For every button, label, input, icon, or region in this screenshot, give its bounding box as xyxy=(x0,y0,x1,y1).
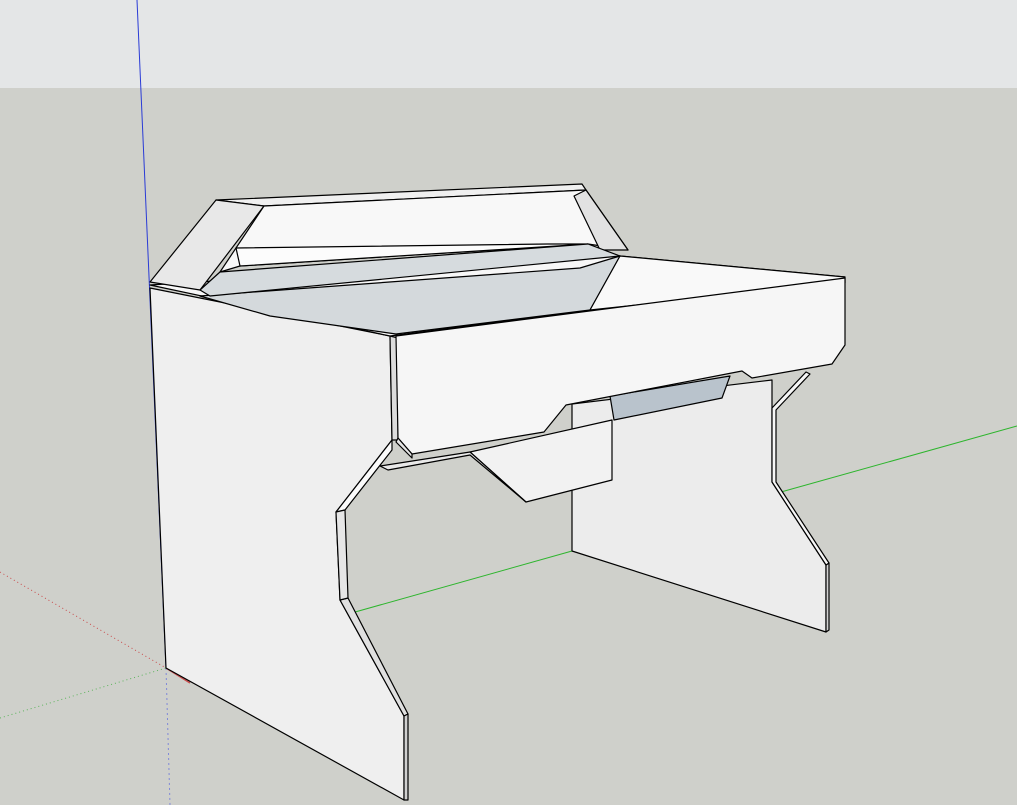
modeling-viewport[interactable] xyxy=(0,0,1017,805)
sky xyxy=(0,0,1017,90)
viewport-canvas[interactable] xyxy=(0,0,1017,805)
